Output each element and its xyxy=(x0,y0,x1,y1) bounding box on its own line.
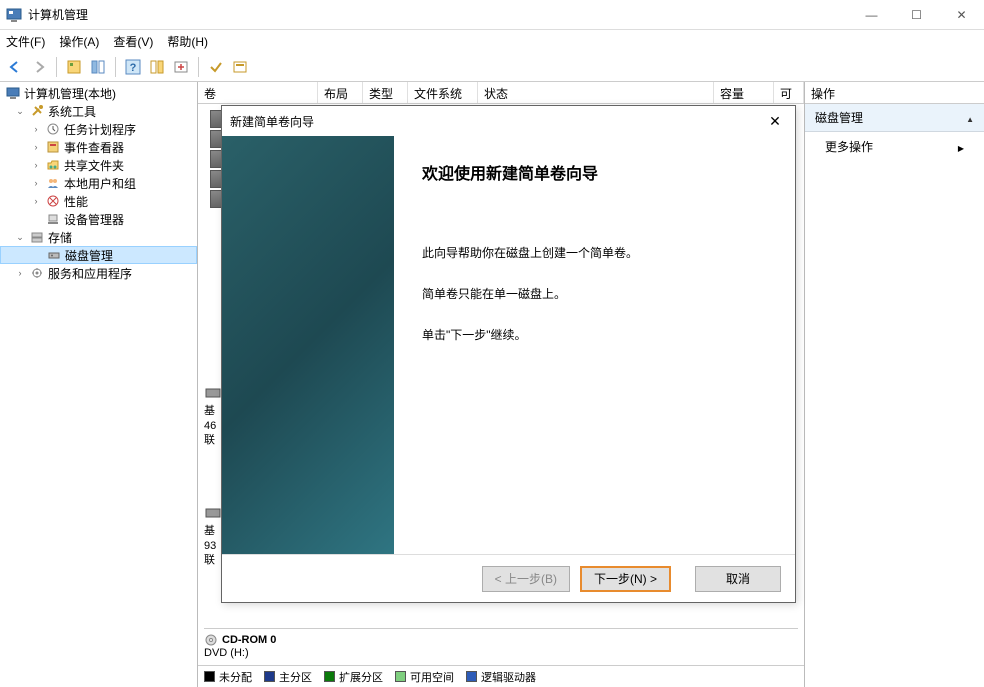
cdrom-icon xyxy=(204,633,218,647)
expand-icon[interactable]: › xyxy=(30,178,42,188)
tools-icon xyxy=(29,103,45,119)
titlebar: 计算机管理 — ☐ ✕ xyxy=(0,0,984,30)
disk-0-info: 基 46 联 xyxy=(198,386,222,447)
svg-text:?: ? xyxy=(130,62,137,74)
folder-share-icon xyxy=(45,157,61,173)
expand-icon[interactable]: › xyxy=(14,268,26,278)
minimize-button[interactable]: — xyxy=(849,0,894,30)
toolbar-icon-5[interactable] xyxy=(205,56,227,78)
performance-icon xyxy=(45,193,61,209)
wizard-back-button: < 上一步(B) xyxy=(482,566,570,592)
expand-icon[interactable]: ⌄ xyxy=(14,106,26,117)
toolbar: ? xyxy=(0,52,984,82)
legend-free: 可用空间 xyxy=(395,669,454,685)
users-icon xyxy=(45,175,61,191)
services-icon xyxy=(29,265,45,281)
tree-services[interactable]: › 服务和应用程序 xyxy=(0,264,197,282)
disk-icon xyxy=(46,247,62,263)
collapse-icon xyxy=(966,111,974,125)
wizard-content: 欢迎使用新建简单卷向导 此向导帮助你在磁盘上创建一个简单卷。 简单卷只能在单一磁… xyxy=(394,136,795,554)
tree-local-users[interactable]: › 本地用户和组 xyxy=(0,174,197,192)
menu-view[interactable]: 查看(V) xyxy=(113,33,153,50)
help-icon[interactable]: ? xyxy=(122,56,144,78)
menu-file[interactable]: 文件(F) xyxy=(6,33,45,50)
toolbar-icon-3[interactable] xyxy=(146,56,168,78)
wizard-text-2: 简单卷只能在单一磁盘上。 xyxy=(422,285,767,304)
expand-icon[interactable]: › xyxy=(30,142,42,152)
wizard-sidebar-image xyxy=(222,136,394,554)
wizard-title: 新建简单卷向导 xyxy=(230,113,763,130)
col-volume[interactable]: 卷 xyxy=(198,82,318,103)
disk-1-info: 基 93 联 xyxy=(198,506,222,567)
close-button[interactable]: ✕ xyxy=(939,0,984,30)
wizard-dialog: 新建简单卷向导 ✕ 欢迎使用新建简单卷向导 此向导帮助你在磁盘上创建一个简单卷。… xyxy=(221,105,796,603)
menubar: 文件(F) 操作(A) 查看(V) 帮助(H) xyxy=(0,30,984,52)
wizard-heading: 欢迎使用新建简单卷向导 xyxy=(422,160,767,184)
clock-icon xyxy=(45,121,61,137)
tree-system-tools[interactable]: ⌄ 系统工具 xyxy=(0,102,197,120)
legend-extended: 扩展分区 xyxy=(324,669,383,685)
device-icon xyxy=(45,211,61,227)
wizard-footer: < 上一步(B) 下一步(N) > 取消 xyxy=(222,554,795,602)
toolbar-icon-1[interactable] xyxy=(63,56,85,78)
col-free[interactable]: 可 xyxy=(774,82,804,103)
maximize-button[interactable]: ☐ xyxy=(894,0,939,30)
tree-device-manager[interactable]: 设备管理器 xyxy=(0,210,197,228)
window-title: 计算机管理 xyxy=(28,6,849,23)
col-capacity[interactable]: 容量 xyxy=(714,82,774,103)
expand-icon[interactable]: ⌄ xyxy=(14,232,26,243)
col-status[interactable]: 状态 xyxy=(478,82,714,103)
tree-disk-management[interactable]: 磁盘管理 xyxy=(0,246,197,264)
forward-button[interactable] xyxy=(28,56,50,78)
tree-root[interactable]: 计算机管理(本地) xyxy=(0,84,197,102)
actions-header: 操作 xyxy=(805,82,984,104)
menu-help[interactable]: 帮助(H) xyxy=(167,33,208,50)
legend: 未分配 主分区 扩展分区 可用空间 逻辑驱动器 xyxy=(198,665,804,687)
back-button[interactable] xyxy=(4,56,26,78)
expand-icon[interactable]: › xyxy=(30,160,42,170)
cdrom-label: DVD (H:) xyxy=(204,647,798,659)
tree-shared-folders[interactable]: › 共享文件夹 xyxy=(0,156,197,174)
expand-icon[interactable]: › xyxy=(30,124,42,134)
window-controls: — ☐ ✕ xyxy=(849,0,984,30)
tree-event-viewer[interactable]: › 事件查看器 xyxy=(0,138,197,156)
wizard-close-button[interactable]: ✕ xyxy=(763,113,787,130)
event-icon xyxy=(45,139,61,155)
col-layout[interactable]: 布局 xyxy=(318,82,363,103)
toolbar-icon-4[interactable] xyxy=(170,56,192,78)
legend-primary: 主分区 xyxy=(264,669,312,685)
tree-performance[interactable]: › 性能 xyxy=(0,192,197,210)
app-icon xyxy=(6,7,22,23)
legend-unallocated: 未分配 xyxy=(204,669,252,685)
toolbar-icon-6[interactable] xyxy=(229,56,251,78)
actions-panel: 操作 磁盘管理 更多操作 xyxy=(804,82,984,687)
expand-icon[interactable]: › xyxy=(30,196,42,206)
cdrom-name: CD-ROM 0 xyxy=(222,634,276,646)
wizard-titlebar[interactable]: 新建简单卷向导 ✕ xyxy=(222,106,795,136)
computer-icon xyxy=(5,85,21,101)
tree-storage[interactable]: ⌄ 存储 xyxy=(0,228,197,246)
toolbar-icon-2[interactable] xyxy=(87,56,109,78)
menu-action[interactable]: 操作(A) xyxy=(59,33,99,50)
wizard-text-3: 单击"下一步"继续。 xyxy=(422,326,767,345)
cdrom-row[interactable]: CD-ROM 0 DVD (H:) xyxy=(204,628,798,659)
actions-section[interactable]: 磁盘管理 xyxy=(805,104,984,132)
column-headers: 卷 布局 类型 文件系统 状态 容量 可 xyxy=(198,82,804,104)
tree-panel: 计算机管理(本地) ⌄ 系统工具 › 任务计划程序 › 事件查看器 › 共享文件… xyxy=(0,82,198,687)
col-filesystem[interactable]: 文件系统 xyxy=(408,82,478,103)
tree-task-scheduler[interactable]: › 任务计划程序 xyxy=(0,120,197,138)
chevron-right-icon xyxy=(958,140,964,154)
wizard-cancel-button[interactable]: 取消 xyxy=(695,566,781,592)
legend-logical: 逻辑驱动器 xyxy=(466,669,536,685)
actions-more[interactable]: 更多操作 xyxy=(805,132,984,161)
storage-icon xyxy=(29,229,45,245)
wizard-text-1: 此向导帮助你在磁盘上创建一个简单卷。 xyxy=(422,244,767,263)
col-type[interactable]: 类型 xyxy=(363,82,408,103)
wizard-next-button[interactable]: 下一步(N) > xyxy=(580,566,671,592)
